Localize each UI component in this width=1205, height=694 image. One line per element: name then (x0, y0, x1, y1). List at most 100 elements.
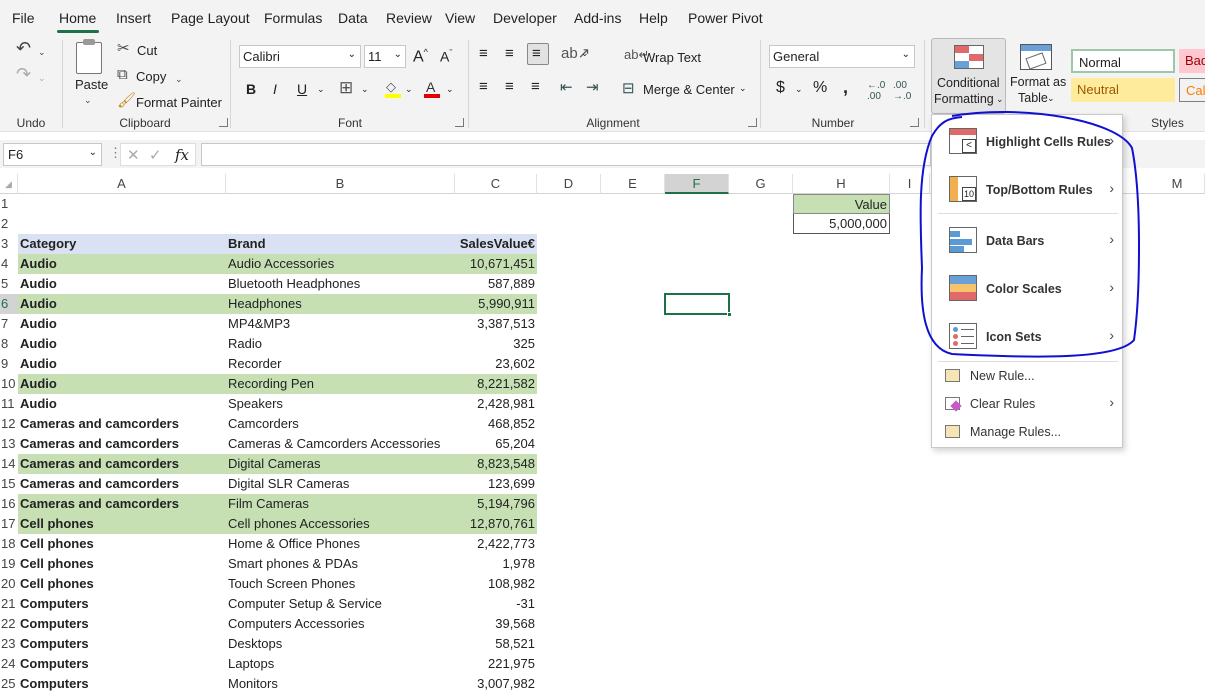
row-header[interactable]: 9 (0, 354, 18, 374)
table-cell-sales[interactable]: 58,521 (455, 634, 537, 654)
table-cell-brand[interactable]: Headphones (226, 294, 455, 314)
merge-dropdown-icon[interactable]: ⌄ (739, 83, 747, 94)
table-cell-category[interactable]: Cameras and camcorders (18, 494, 226, 514)
align-center-icon[interactable]: ≡ (505, 78, 514, 95)
table-cell-brand[interactable]: Computers Accessories (226, 614, 455, 634)
header-category[interactable]: Category (18, 234, 226, 254)
increase-indent-icon[interactable]: ⇥ (586, 78, 599, 96)
tab-formulas[interactable]: Formulas (264, 10, 322, 26)
format-painter-button[interactable]: Format Painter (136, 95, 222, 110)
table-cell-sales[interactable]: 65,204 (455, 434, 537, 454)
table-cell-brand[interactable]: MP4&MP3 (226, 314, 455, 334)
format-as-table-label1[interactable]: Format as (1010, 75, 1066, 89)
borders-dropdown-icon[interactable]: ⌄ (361, 84, 369, 95)
row-header[interactable]: 10 (0, 374, 18, 394)
row-header[interactable]: 23 (0, 634, 18, 654)
name-box[interactable]: F6 ⌄ (3, 143, 102, 166)
clipboard-launcher-icon[interactable] (219, 118, 228, 127)
align-bottom-icon[interactable]: ≡ (527, 43, 549, 65)
table-cell-category[interactable]: Audio (18, 334, 226, 354)
copy-dropdown-icon[interactable]: ⌄ (175, 71, 183, 87)
align-middle-icon[interactable]: ≡ (505, 45, 514, 62)
undo-dropdown-icon[interactable]: ⌄ (38, 44, 46, 60)
row-header[interactable]: 5 (0, 274, 18, 294)
row-header[interactable]: 8 (0, 334, 18, 354)
table-cell-category[interactable]: Audio (18, 374, 226, 394)
table-cell-brand[interactable]: Bluetooth Headphones (226, 274, 455, 294)
table-cell-sales[interactable]: 23,602 (455, 354, 537, 374)
table-cell-sales[interactable]: 2,428,981 (455, 394, 537, 414)
table-cell-category[interactable]: Computers (18, 634, 226, 654)
paste-icon[interactable] (76, 39, 102, 74)
table-cell-brand[interactable]: Monitors (226, 674, 455, 694)
column-header-a[interactable]: A (18, 174, 226, 194)
row-header[interactable]: 2 (0, 214, 18, 234)
row-header[interactable]: 22 (0, 614, 18, 634)
conditional-formatting-button[interactable]: Conditional Formatting ⌄ (931, 38, 1006, 114)
table-cell-sales[interactable]: 3,007,982 (455, 674, 537, 694)
paste-button[interactable]: Paste (75, 77, 108, 92)
row-header[interactable]: 11 (0, 394, 18, 414)
table-cell-category[interactable]: Cameras and camcorders (18, 434, 226, 454)
row-header[interactable]: 14 (0, 454, 18, 474)
row-header[interactable]: 16 (0, 494, 18, 514)
table-cell-category[interactable]: Computers (18, 674, 226, 694)
table-cell-category[interactable]: Computers (18, 654, 226, 674)
tab-page-layout[interactable]: Page Layout (171, 10, 250, 26)
menu-item-new-rule[interactable]: New Rule... (932, 363, 1122, 389)
table-cell-category[interactable]: Cell phones (18, 574, 226, 594)
style-normal[interactable]: Normal (1071, 49, 1175, 73)
table-cell-category[interactable]: Audio (18, 354, 226, 374)
row-header[interactable]: 21 (0, 594, 18, 614)
format-as-table-label2[interactable]: Table (1018, 91, 1048, 105)
tab-help[interactable]: Help (639, 10, 668, 26)
header-sales[interactable]: SalesValue€ (455, 234, 537, 254)
row-header[interactable]: 15 (0, 474, 18, 494)
redo-dropdown-icon[interactable]: ⌄ (38, 70, 46, 86)
decrease-font-icon[interactable]: Aˇ (440, 48, 452, 65)
row-header[interactable]: 6 (0, 294, 18, 314)
table-cell-brand[interactable]: Desktops (226, 634, 455, 654)
column-header-c[interactable]: C (455, 174, 537, 194)
cut-button[interactable]: Cut (137, 43, 157, 58)
column-header-h[interactable]: H (793, 174, 890, 194)
fill-color-dropdown-icon[interactable]: ⌄ (405, 84, 413, 95)
table-cell-brand[interactable]: Speakers (226, 394, 455, 414)
table-cell-category[interactable]: Cameras and camcorders (18, 414, 226, 434)
tab-insert[interactable]: Insert (116, 10, 151, 26)
increase-decimal-icon[interactable]: ←.0.00 (867, 80, 885, 102)
table-cell-sales[interactable]: 3,387,513 (455, 314, 537, 334)
table-cell-brand[interactable]: Cell phones Accessories (226, 514, 455, 534)
row-header[interactable]: 20 (0, 574, 18, 594)
select-all-icon[interactable]: ◢ (0, 174, 18, 194)
table-cell-category[interactable]: Computers (18, 594, 226, 614)
row-header[interactable]: 25 (0, 674, 18, 694)
table-cell-brand[interactable]: Recorder (226, 354, 455, 374)
table-cell-brand[interactable]: Digital Cameras (226, 454, 455, 474)
table-cell-sales[interactable]: 108,982 (455, 574, 537, 594)
font-color-dropdown-icon[interactable]: ⌄ (446, 84, 454, 95)
table-cell-category[interactable]: Audio (18, 314, 226, 334)
table-cell-category[interactable]: Cell phones (18, 554, 226, 574)
table-cell-category[interactable]: Audio (18, 394, 226, 414)
table-cell-sales[interactable]: 8,823,548 (455, 454, 537, 474)
font-name-select[interactable]: Calibri ⌄ (239, 45, 361, 68)
style-neutral[interactable]: Neutral (1071, 78, 1175, 102)
column-header-g[interactable]: G (729, 174, 793, 194)
value-input-cell[interactable]: 5,000,000 (793, 214, 890, 234)
table-cell-sales[interactable]: -31 (455, 594, 537, 614)
table-cell-category[interactable]: Cell phones (18, 514, 226, 534)
underline-icon[interactable]: U (297, 81, 307, 97)
tab-home[interactable]: Home (59, 10, 96, 26)
tab-file[interactable]: File (12, 10, 35, 26)
column-header-b[interactable]: B (226, 174, 455, 194)
table-cell-sales[interactable]: 10,671,451 (455, 254, 537, 274)
table-cell-brand[interactable]: Recording Pen (226, 374, 455, 394)
table-cell-sales[interactable]: 39,568 (455, 614, 537, 634)
formula-input[interactable] (201, 143, 931, 166)
fill-color-icon[interactable]: ◇ (385, 79, 401, 98)
tab-add-ins[interactable]: Add-ins (574, 10, 621, 26)
tab-view[interactable]: View (445, 10, 475, 26)
decrease-decimal-icon[interactable]: .00 →.0 (893, 80, 911, 102)
table-cell-brand[interactable]: Home & Office Phones (226, 534, 455, 554)
